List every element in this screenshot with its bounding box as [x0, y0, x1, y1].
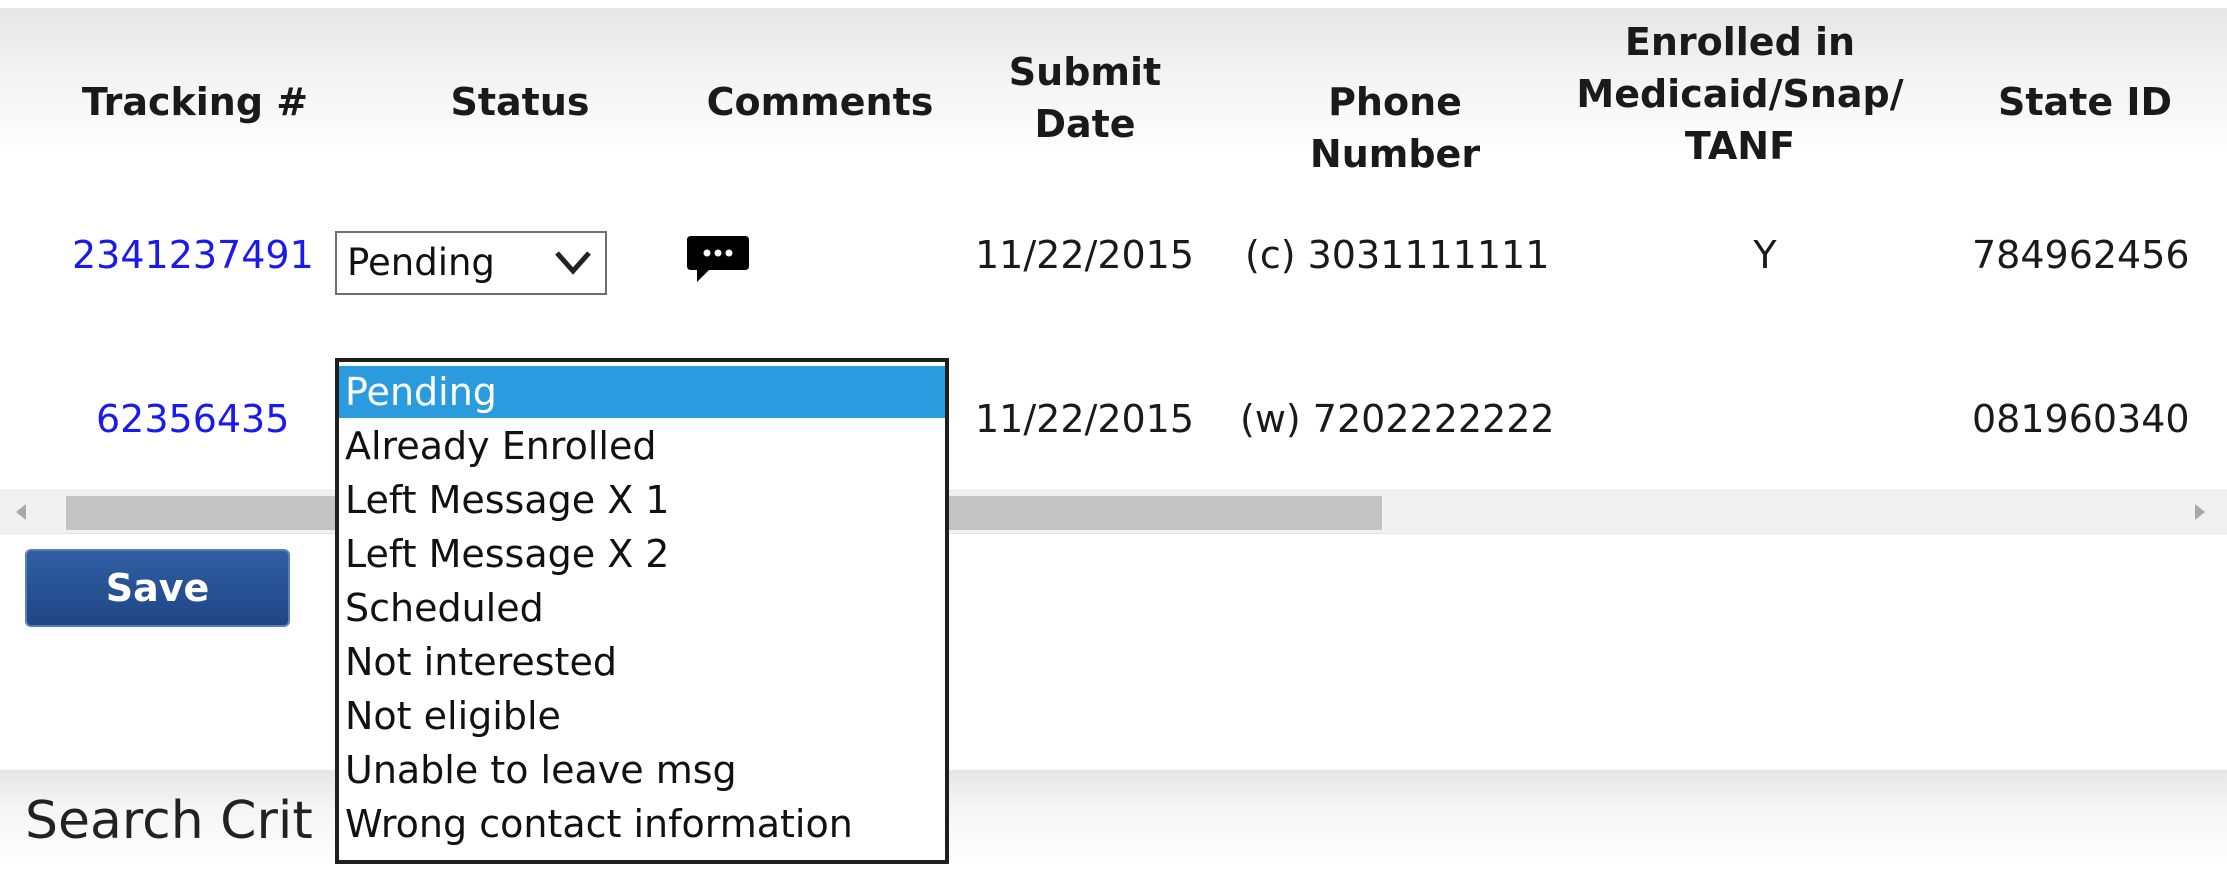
scroll-right-arrow-icon[interactable]: [2195, 504, 2205, 520]
dropdown-option-wrong-contact[interactable]: Wrong contact information: [339, 798, 945, 850]
status-select[interactable]: Pending: [335, 231, 607, 295]
submit-date: 11/22/2015: [975, 233, 1195, 277]
submit-date: 11/22/2015: [975, 397, 1195, 441]
status-select-value: Pending: [347, 241, 495, 284]
dropdown-option-left-message-2[interactable]: Left Message X 2: [339, 528, 945, 580]
state-id: 784962456: [1972, 233, 2190, 277]
dropdown-option-pending[interactable]: Pending: [339, 366, 945, 418]
dropdown-option-unable-to-leave-msg[interactable]: Unable to leave msg: [339, 744, 945, 796]
tracking-link[interactable]: 62356435: [96, 396, 289, 442]
chevron-down-icon: [555, 251, 591, 275]
phone-number: (w) 7202222222: [1240, 397, 1555, 441]
dropdown-option-already-enrolled[interactable]: Already Enrolled: [339, 420, 945, 472]
search-criteria-title: Search Crit: [25, 791, 313, 851]
column-header-state-id: State ID: [1997, 80, 2173, 124]
column-header-phone: Phone Number: [1309, 80, 1481, 176]
dropdown-option-scheduled[interactable]: Scheduled: [339, 582, 945, 634]
enrolled-flag: Y: [1753, 233, 1777, 277]
dropdown-option-not-interested[interactable]: Not interested: [339, 636, 945, 688]
scroll-left-arrow-icon[interactable]: [16, 504, 26, 520]
save-button[interactable]: Save: [25, 549, 290, 627]
dropdown-option-left-message-1[interactable]: Left Message X 1: [339, 474, 945, 526]
phone-number: (c) 3031111111: [1245, 233, 1550, 277]
tracking-link[interactable]: 2341237491: [72, 232, 314, 278]
column-header-submit-date: Submit Date: [1008, 50, 1162, 146]
column-header-status: Status: [450, 80, 590, 124]
column-header-enrolled: Enrolled in Medicaid/Snap/ TANF: [1576, 20, 1904, 168]
column-header-comments: Comments: [706, 80, 934, 124]
comment-bubble-icon[interactable]: [683, 232, 753, 290]
column-header-tracking: Tracking #: [81, 80, 309, 124]
dropdown-option-not-eligible[interactable]: Not eligible: [339, 690, 945, 742]
state-id: 081960340: [1972, 397, 2190, 441]
status-dropdown-list[interactable]: Pending Already Enrolled Left Message X …: [335, 358, 949, 864]
